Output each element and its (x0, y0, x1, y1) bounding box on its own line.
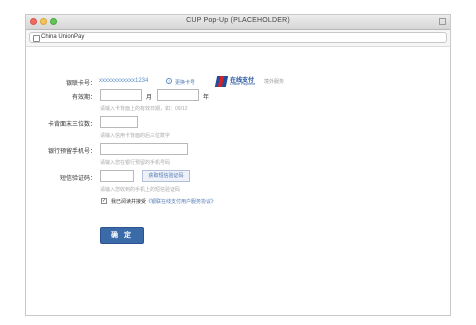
payment-form: 银联卡号： xxxxxxxxxxxx1234 ? 更换卡号 在线支付 Onlin… (26, 47, 450, 315)
url-field[interactable]: China UnionPay (29, 32, 447, 43)
expiry-hint: 请输入卡背面上的有效日期，如：09/12 (100, 106, 188, 112)
unionpay-online-logo: 在线支付 Online Payment (214, 75, 258, 89)
get-sms-code-button[interactable]: 获取短信验证码 (142, 170, 190, 182)
unionpay-logo-icon (214, 76, 229, 87)
sms-hint: 请输入您收到的手机上的短信验证码 (100, 187, 181, 193)
address-bar: China UnionPay (26, 30, 450, 47)
page-icon (33, 35, 40, 42)
window-title: CUP Pop-Up (PLACEHOLDER) (186, 17, 290, 24)
agreement-link[interactable]: 《银联在线支付用户服务协议》 (146, 199, 216, 205)
phone-label: 银行预留手机号： (47, 149, 96, 155)
switch-card-link[interactable]: 更换卡号 (175, 79, 195, 86)
expiry-month-input[interactable] (100, 89, 142, 101)
phone-input[interactable] (100, 143, 188, 155)
sms-label: 短信验证码： (59, 176, 96, 182)
confirm-button[interactable]: 确 定 (100, 227, 144, 244)
card-number-label: 银联卡号： (65, 81, 96, 87)
agreement-checkbox[interactable]: ✓ (101, 198, 107, 204)
phone-hint: 请输入您在银行预留的手机号码 (100, 160, 171, 166)
expiry-label: 有效期： (71, 95, 96, 101)
logo-side-text: 境外服务 (264, 79, 285, 85)
year-unit: 年 (203, 95, 210, 101)
agreement-prefix: 我已阅读并接受 (111, 199, 147, 205)
title-bar: CUP Pop-Up (PLACEHOLDER) (26, 15, 450, 30)
agreement-text: 我已阅读并接受《银联在线支付用户服务协议》 (111, 198, 216, 205)
month-unit: 月 (146, 95, 153, 101)
card-number-value: xxxxxxxxxxxx1234 (99, 78, 149, 84)
sms-code-input[interactable] (100, 170, 134, 182)
popup-window: CUP Pop-Up (PLACEHOLDER) China UnionPay … (25, 14, 451, 316)
expiry-year-input[interactable] (157, 89, 199, 101)
fullscreen-icon[interactable] (439, 18, 446, 25)
url-text: China UnionPay (41, 34, 85, 40)
logo-sub-text: Online Payment (230, 82, 255, 86)
cvn-hint: 请输入信用卡背面的后三位数字 (100, 133, 171, 139)
cvn-input[interactable] (100, 116, 138, 128)
cvn-label: 卡背面末三位数： (47, 122, 96, 128)
help-icon[interactable]: ? (166, 78, 172, 84)
